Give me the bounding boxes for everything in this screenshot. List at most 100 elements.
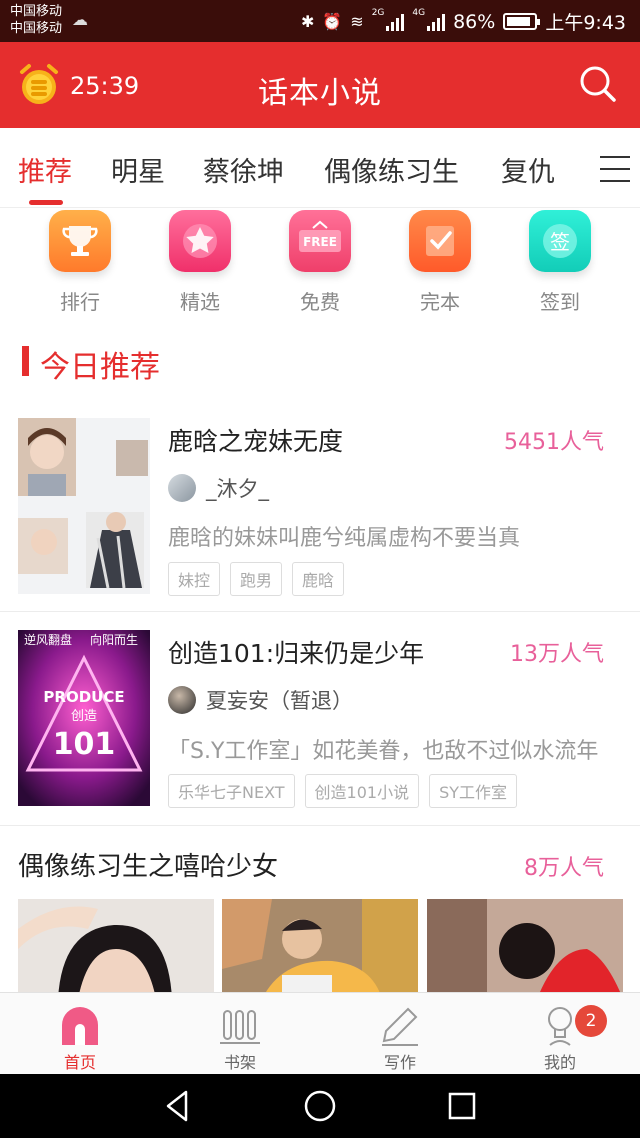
tag[interactable]: SY工作室 bbox=[429, 774, 518, 808]
clock: 上午9:43 bbox=[545, 12, 626, 34]
book-cover[interactable]: 逆风翻盘 向阳而生 PRODUCE 创造 101 bbox=[18, 630, 150, 806]
nav-home-label: 首页 bbox=[63, 1053, 96, 1072]
tag[interactable]: 跑男 bbox=[230, 562, 283, 596]
quick-free-label: 免费 bbox=[300, 290, 340, 314]
book-popularity: 13万人气 bbox=[510, 642, 604, 667]
status-bar: 中国移动 中国移动 ☁ ✱ ⏰ ≋ 2G 4G 86% 上午9:43 bbox=[0, 0, 640, 42]
quick-completed-label: 完本 bbox=[420, 290, 460, 314]
tab-idol-producer[interactable]: 偶像练习生 bbox=[324, 150, 459, 189]
book-description: 鹿晗的妹妹叫鹿兮纯属虚构不要当真 bbox=[168, 526, 521, 551]
quick-featured-label: 精选 bbox=[180, 290, 220, 314]
trophy-icon bbox=[49, 210, 111, 272]
book-description: 「S.Y工作室」如花美眷，也敌不过似水流年 bbox=[168, 739, 599, 764]
battery-percent: 86% bbox=[453, 10, 496, 33]
book-title[interactable]: 创造101:归来仍是少年 bbox=[168, 634, 424, 670]
nav-write[interactable]: 写作 bbox=[320, 993, 480, 1075]
back-icon[interactable] bbox=[160, 1088, 196, 1124]
cover-text: 逆风翻盘 bbox=[24, 632, 72, 647]
app-title: 话本小说 bbox=[258, 76, 382, 111]
cover-text: 向阳而生 bbox=[90, 632, 138, 647]
menu-icon[interactable] bbox=[600, 156, 630, 182]
tab-stars[interactable]: 明星 bbox=[111, 150, 165, 189]
pen-icon bbox=[382, 1007, 418, 1046]
free-tag-icon: FREE bbox=[289, 210, 351, 272]
bluetooth-icon: ✱ bbox=[300, 12, 315, 31]
network-type-2g: 2G bbox=[371, 8, 385, 18]
quick-entries: 排行 精选 FREE 免费 完本 签 签到 bbox=[0, 208, 640, 318]
cover-number: 101 bbox=[53, 727, 116, 762]
book-author[interactable]: _沐夕_ bbox=[168, 473, 269, 503]
star-icon bbox=[169, 210, 231, 272]
book-photo[interactable] bbox=[222, 899, 418, 999]
system-navigation-bar bbox=[0, 1074, 640, 1138]
nav-bookshelf-label: 书架 bbox=[223, 1053, 256, 1072]
bottom-nav: 首页 书架 写作 2 我的 bbox=[0, 992, 640, 1074]
tag[interactable]: 乐华七子NEXT bbox=[168, 774, 295, 808]
bookshelf-icon bbox=[220, 1010, 260, 1044]
search-icon[interactable] bbox=[578, 64, 618, 104]
quick-completed[interactable]: 完本 bbox=[390, 210, 490, 315]
category-tabs: 推荐 明星 蔡徐坤 偶像练习生 复仇 bbox=[0, 128, 640, 208]
active-tab-indicator bbox=[29, 200, 63, 205]
tab-revenge[interactable]: 复仇 bbox=[501, 150, 555, 189]
avatar bbox=[168, 686, 196, 714]
carrier-1: 中国移动 bbox=[10, 4, 63, 19]
book-photo[interactable] bbox=[18, 899, 214, 999]
carrier-2: 中国移动 bbox=[10, 21, 63, 36]
notification-badge: 2 bbox=[575, 1005, 607, 1037]
signal-icon-2 bbox=[427, 13, 446, 31]
nav-write-label: 写作 bbox=[383, 1053, 416, 1072]
svg-text:FREE: FREE bbox=[303, 235, 337, 249]
book-item[interactable]: 鹿晗之宠妹无度 5451人气 _沐夕_ 鹿晗的妹妹叫鹿兮纯属虚构不要当真 妹控 … bbox=[0, 400, 640, 612]
cover-brand: PRODUCE bbox=[43, 688, 124, 706]
svg-text:签: 签 bbox=[550, 230, 570, 254]
quick-signin-label: 签到 bbox=[540, 290, 580, 314]
book-item[interactable]: 逆风翻盘 向阳而生 PRODUCE 创造 101 创造101:归来仍是少年 13… bbox=[0, 612, 640, 826]
book-popularity: 8万人气 bbox=[524, 856, 604, 881]
section-title: 今日推荐 bbox=[40, 350, 160, 385]
quick-featured[interactable]: 精选 bbox=[150, 210, 250, 315]
book-popularity: 5451人气 bbox=[504, 430, 604, 455]
book-cover[interactable] bbox=[18, 418, 150, 594]
book-author[interactable]: 夏妄安（暂退） bbox=[168, 685, 353, 715]
quick-signin[interactable]: 签 签到 bbox=[510, 210, 610, 315]
home-button-icon[interactable] bbox=[302, 1088, 338, 1124]
signal-icon bbox=[386, 13, 405, 31]
recent-apps-icon[interactable] bbox=[444, 1088, 480, 1124]
app-screen: 中国移动 中国移动 ☁ ✱ ⏰ ≋ 2G 4G 86% 上午9:43 25:39… bbox=[0, 0, 640, 1138]
check-note-icon bbox=[409, 210, 471, 272]
tab-cai-xukun[interactable]: 蔡徐坤 bbox=[203, 150, 284, 189]
book-title[interactable]: 偶像练习生之嘻哈少女 bbox=[18, 846, 278, 883]
book-tags: 妹控 跑男 鹿晗 bbox=[168, 562, 345, 596]
battery-level bbox=[507, 17, 530, 26]
nav-profile-label: 我的 bbox=[543, 1053, 576, 1072]
tab-recommend[interactable]: 推荐 bbox=[18, 150, 72, 189]
network-type-4g: 4G bbox=[412, 8, 426, 18]
battery-icon bbox=[503, 13, 541, 30]
carrier-labels: 中国移动 中国移动 bbox=[10, 3, 62, 37]
section-marker bbox=[22, 346, 29, 376]
author-name: _沐夕_ bbox=[206, 477, 269, 501]
sign-in-icon: 签 bbox=[529, 210, 591, 272]
book-title[interactable]: 鹿晗之宠妹无度 bbox=[168, 422, 343, 458]
tag[interactable]: 妹控 bbox=[168, 562, 221, 596]
avatar bbox=[168, 474, 196, 502]
book-photo[interactable] bbox=[427, 899, 623, 999]
status-indicators: ✱ ⏰ ≋ 2G 4G 86% 上午9:43 bbox=[301, 8, 626, 35]
book-tags: 乐华七子NEXT 创造101小说 SY工作室 bbox=[168, 774, 518, 808]
nav-home[interactable]: 首页 bbox=[0, 993, 160, 1075]
author-name: 夏妄安（暂退） bbox=[206, 689, 353, 713]
tag[interactable]: 创造101小说 bbox=[304, 774, 420, 808]
alarm-icon: ⏰ bbox=[322, 12, 343, 31]
quick-rank[interactable]: 排行 bbox=[30, 210, 130, 315]
app-header: 25:39 话本小说 bbox=[0, 42, 640, 128]
weather-icon: ☁ bbox=[72, 10, 88, 29]
quick-rank-label: 排行 bbox=[60, 290, 100, 314]
cover-subtitle: 创造 bbox=[71, 709, 97, 724]
wifi-icon: ≋ bbox=[350, 12, 364, 31]
nav-bookshelf[interactable]: 书架 bbox=[160, 993, 320, 1075]
home-icon bbox=[62, 1007, 98, 1045]
quick-free[interactable]: FREE 免费 bbox=[270, 210, 370, 315]
nav-profile[interactable]: 2 我的 bbox=[480, 993, 640, 1075]
tag[interactable]: 鹿晗 bbox=[292, 562, 345, 596]
